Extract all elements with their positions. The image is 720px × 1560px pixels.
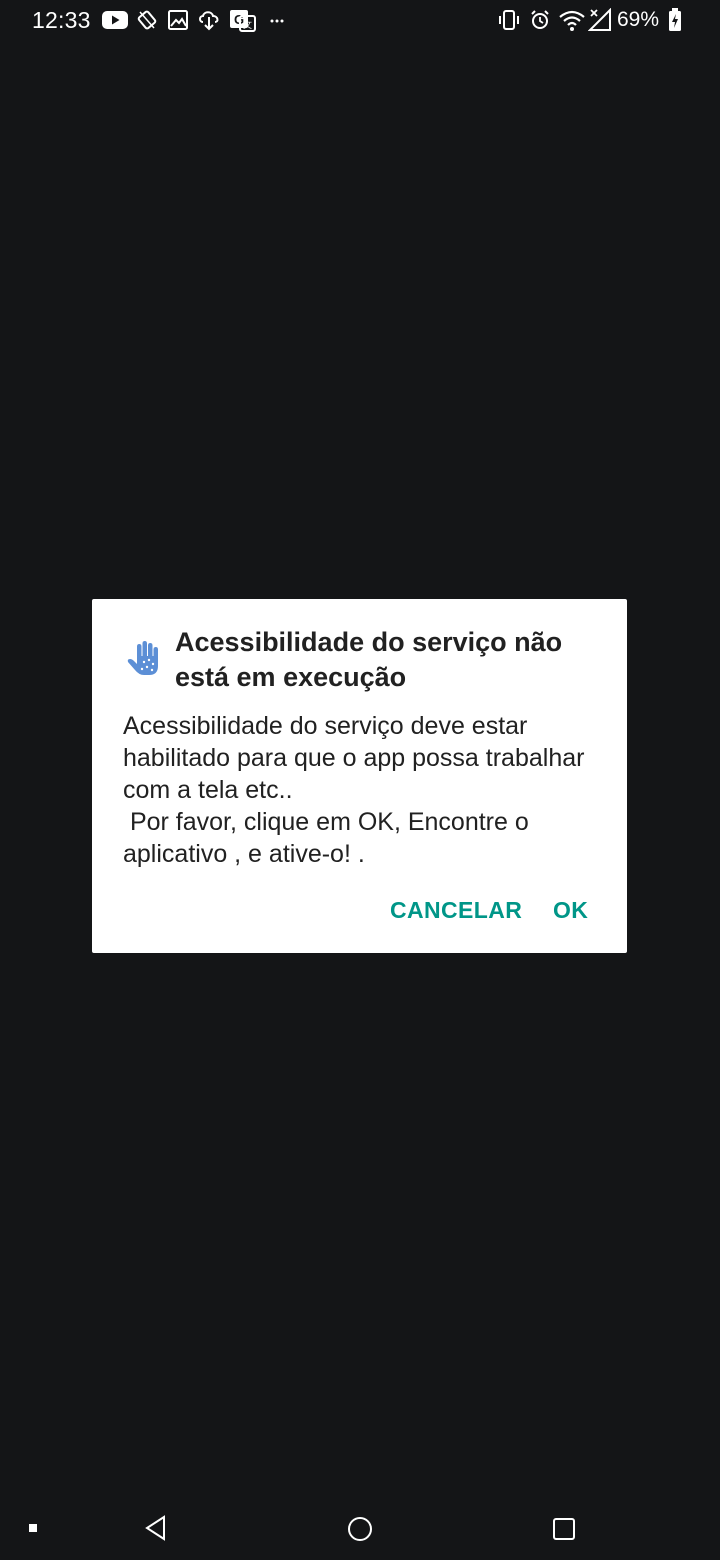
status-bar: 12:33 G 文 69%: [0, 0, 720, 42]
recents-icon[interactable]: [551, 1516, 577, 1542]
signal-icon: [588, 8, 611, 31]
alarm-icon: [531, 10, 549, 29]
dialog-title: Acessibilidade do serviço não está em ex…: [175, 627, 563, 692]
screen: 12:33 G 文 69% Acessibilidade do serviço …: [0, 0, 720, 1560]
image-icon: [168, 10, 188, 30]
home-icon[interactable]: [346, 1515, 374, 1543]
more-icon: [270, 19, 284, 23]
accessibility-dialog: Acessibilidade do serviço não está em ex…: [92, 599, 627, 953]
svg-text:文: 文: [243, 19, 252, 30]
rotate-lock-icon: [137, 10, 157, 30]
navigation-bar: [0, 1496, 720, 1560]
dialog-message: Acessibilidade do serviço deve estar hab…: [123, 712, 585, 868]
back-icon[interactable]: [143, 1514, 169, 1542]
wifi-icon: [559, 10, 585, 31]
youtube-icon: [102, 11, 128, 29]
translate-icon: G 文: [230, 10, 256, 32]
vibrate-icon: [499, 10, 519, 30]
accessibility-hand-icon: [127, 641, 158, 675]
battery-percent: 69%: [617, 8, 660, 31]
cancel-button[interactable]: CANCELAR: [390, 897, 522, 924]
status-time: 12:33: [32, 7, 91, 33]
download-icon: [199, 11, 219, 31]
dot-icon[interactable]: [28, 1523, 38, 1533]
ok-button[interactable]: OK: [553, 897, 588, 924]
battery-icon: [669, 8, 681, 31]
